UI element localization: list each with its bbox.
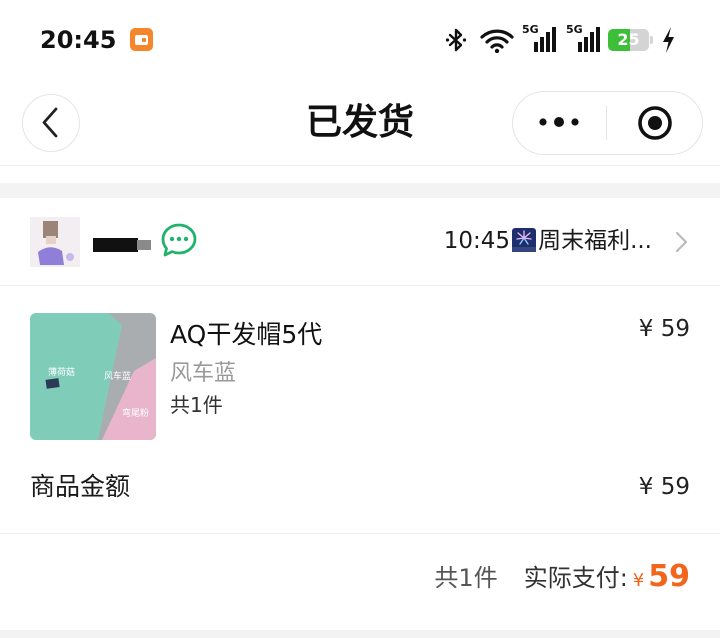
nav-divider	[0, 165, 720, 166]
battery-level: 25	[617, 30, 640, 49]
currency-symbol: ¥	[632, 570, 645, 591]
product-variant: 风车蓝	[170, 361, 237, 386]
close-mini-program-button[interactable]	[608, 92, 701, 153]
goods-amount-value: ¥ 59	[638, 474, 690, 500]
charging-bolt-icon	[663, 27, 674, 53]
product-item[interactable]: 薄荷菇 风车蓝 弯尾粉 AQ干发帽5代 ¥ 59 风车蓝 共1件	[0, 286, 720, 456]
battery-nub	[650, 36, 653, 44]
shop-notice-time: 10:45	[443, 228, 511, 254]
actual-paid-label: 实际支付:	[523, 564, 628, 592]
product-price: ¥ 59	[638, 316, 690, 342]
shop-avatar	[30, 217, 80, 267]
product-image[interactable]: 薄荷菇 风车蓝 弯尾粉	[30, 313, 156, 440]
total-item-count: 共1件	[434, 564, 498, 592]
record-target-icon	[638, 106, 672, 140]
payment-total-row: 共1件 实际支付: ¥ 59	[434, 558, 690, 602]
shop-row[interactable]: 10:45 周末福利...	[0, 198, 720, 285]
more-dots-icon	[539, 117, 579, 127]
shop-notice[interactable]: 10:45 周末福利...	[444, 226, 652, 256]
shop-name-redacted-tail	[137, 240, 151, 250]
actual-paid-amount: 59	[648, 559, 690, 594]
wifi-icon	[480, 29, 514, 53]
mini-program-capsule	[512, 91, 703, 155]
chevron-right-icon[interactable]	[674, 231, 688, 253]
payment-total: 共1件 实际支付: ¥ 59	[0, 534, 720, 630]
order-detail-screen: 20:45 5G 5G 25 已发货 10:45 周末福利... 薄荷菇 风车蓝…	[0, 0, 720, 638]
bluetooth-icon	[445, 28, 467, 52]
status-bar: 20:45 5G 5G 25	[0, 0, 720, 80]
signal-icon: 5G	[566, 24, 602, 54]
battery-body: 25	[608, 29, 649, 51]
product-quantity: 共1件	[170, 393, 223, 417]
product-title[interactable]: AQ干发帽5代	[170, 319, 322, 351]
network-type-label: 5G	[522, 23, 539, 36]
section-gap	[0, 183, 720, 198]
goods-amount-label: 商品金额	[30, 472, 131, 501]
product-image-label: 风车蓝	[104, 370, 131, 382]
signal-icon: 5G	[522, 24, 558, 54]
fireworks-icon	[512, 228, 537, 252]
bottom-gap	[0, 630, 720, 638]
amount-summary: 商品金额 ¥ 59	[0, 456, 720, 533]
product-image-label: 薄荷菇	[48, 366, 75, 378]
battery-icon: 25	[608, 29, 654, 51]
more-button[interactable]	[513, 92, 606, 153]
chat-bubble-icon[interactable]	[160, 222, 198, 258]
status-time: 20:45	[40, 26, 117, 54]
network-type-label: 5G	[566, 23, 583, 36]
capsule-divider	[606, 106, 607, 140]
shop-name-redacted	[93, 238, 138, 252]
product-image-label: 弯尾粉	[122, 407, 149, 419]
wallet-app-icon	[130, 28, 153, 51]
shop-notice-text: 周末福利...	[538, 228, 652, 254]
